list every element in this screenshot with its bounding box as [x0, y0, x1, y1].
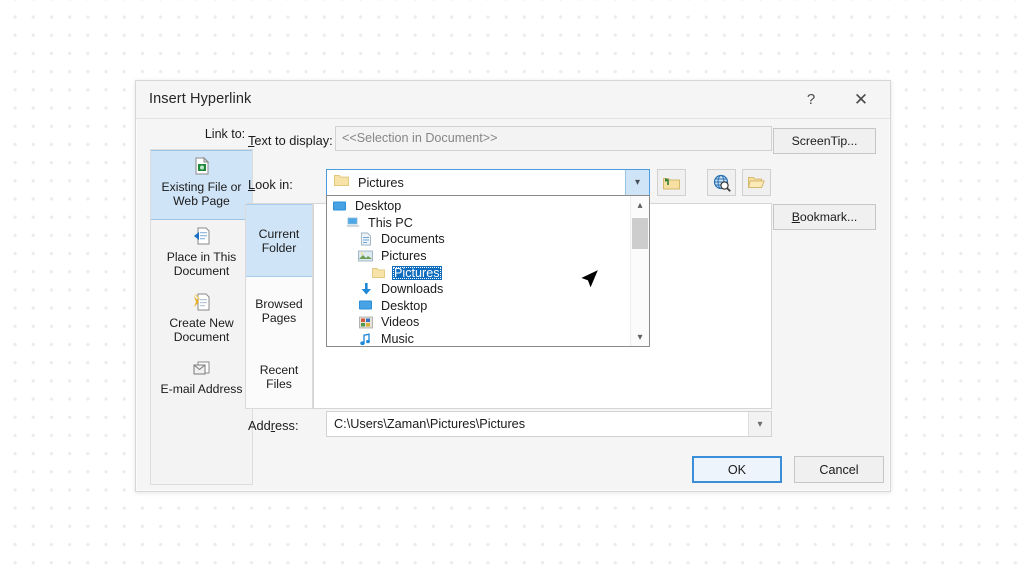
dialog-title: Insert Hyperlink [149, 91, 252, 107]
cancel-button[interactable]: Cancel [794, 456, 884, 483]
tree-item-label: Pictures [392, 265, 442, 280]
tree-item-label: Documents [381, 232, 445, 247]
sidebar-item-place-in-this-document[interactable]: Place in This Document [151, 221, 252, 287]
tab-browsed-pages[interactable]: Browsed Pages [246, 278, 312, 344]
ok-button[interactable]: OK [692, 456, 782, 483]
chevron-down-icon[interactable]: ▾ [748, 412, 771, 436]
view-tabs-panel: Current Folder Browsed Pages Recent File… [245, 203, 313, 409]
desktop-icon [331, 200, 348, 213]
tree-item-desktop-root[interactable]: Desktop [327, 198, 630, 215]
folder-icon [370, 267, 387, 279]
address-value: C:\Users\Zaman\Pictures\Pictures [334, 417, 526, 431]
tree-item-label: This PC [368, 215, 413, 230]
existing-file-web-page-icon [191, 155, 213, 177]
screentip-button[interactable]: ScreenTip... [773, 128, 876, 154]
desktop-icon [357, 299, 374, 312]
tab-current-folder[interactable]: Current Folder [246, 204, 312, 277]
up-one-folder-icon [663, 177, 680, 189]
create-new-document-icon [191, 291, 213, 313]
documents-icon [357, 232, 374, 246]
tree-item-documents[interactable]: Documents [327, 231, 630, 248]
sidebar-item-label: Existing File or Web Page [161, 180, 242, 208]
browse-for-file-button[interactable] [742, 169, 771, 196]
ok-button-label: OK [727, 462, 747, 477]
sidebar-item-label: E-mail Address [160, 382, 243, 396]
insert-hyperlink-dialog: Insert Hyperlink ? ✕ Link to: Existing F… [135, 80, 891, 492]
tree-item-videos[interactable]: Videos [327, 314, 630, 331]
look-in-combobox[interactable]: Pictures ▾ [326, 169, 650, 196]
tab-recent-files[interactable]: Recent Files [246, 345, 312, 408]
this-pc-icon [344, 216, 361, 229]
scroll-up-button[interactable]: ▴ [631, 196, 649, 214]
tree-item-label: Desktop [381, 298, 428, 313]
up-one-folder-button[interactable] [657, 169, 686, 196]
music-icon [357, 332, 374, 346]
sidebar-item-email-address[interactable]: E-mail Address [151, 353, 252, 403]
scroll-down-button[interactable]: ▾ [631, 328, 649, 346]
scrollbar-thumb[interactable] [632, 218, 648, 249]
link-to-panel: Existing File or Web Page Place in This … [150, 149, 253, 485]
text-to-display-label: Text to display: [248, 133, 333, 148]
tree-scrollbar[interactable]: ▴ ▾ [630, 196, 649, 346]
tree-item-label: Downloads [381, 282, 444, 297]
sidebar-item-label: Create New Document [169, 316, 234, 344]
sidebar-item-label: Place in This Document [166, 250, 237, 278]
place-in-document-icon [191, 225, 213, 247]
text-to-display-input[interactable]: <<Selection in Document>> [335, 126, 772, 151]
tree-item-label: Videos [381, 315, 420, 330]
screentip-button-label: ScreenTip... [791, 134, 858, 148]
address-label: Address: [248, 418, 299, 433]
open-folder-icon [747, 177, 765, 188]
tree-item-pictures-library[interactable]: Pictures [327, 248, 630, 265]
cancel-button-label: Cancel [819, 462, 859, 477]
tree-item-label: Music [381, 332, 414, 347]
globe-search-icon [713, 174, 731, 192]
look-in-label: Look in: [248, 177, 293, 192]
tree-item-label: Pictures [381, 249, 427, 264]
email-address-icon [191, 357, 213, 379]
bookmark-button[interactable]: Bookmark... [773, 204, 876, 230]
pictures-icon [357, 250, 374, 262]
help-button[interactable]: ? [788, 81, 834, 118]
address-combobox[interactable]: C:\Users\Zaman\Pictures\Pictures ▾ [326, 411, 772, 437]
tree-item-music[interactable]: Music [327, 331, 630, 347]
downloads-icon [357, 282, 374, 296]
close-icon[interactable]: ✕ [838, 81, 884, 118]
look-in-value: Pictures [358, 175, 404, 190]
sidebar-item-create-new-document[interactable]: Create New Document [151, 287, 252, 353]
dialog-titlebar: Insert Hyperlink ? ✕ [136, 81, 890, 119]
tree-item-label: Desktop [355, 199, 402, 214]
tree-item-this-pc[interactable]: This PC [327, 215, 630, 232]
tab-label: Browsed Pages [255, 297, 303, 325]
browse-the-web-button[interactable] [707, 169, 736, 196]
tab-label: Current Folder [258, 226, 300, 255]
bookmark-button-label: Bookmark... [791, 210, 858, 224]
sidebar-item-existing-file-or-web-page[interactable]: Existing File or Web Page [151, 150, 252, 220]
videos-icon [357, 316, 374, 329]
folder-icon [334, 174, 349, 192]
tab-label: Recent Files [259, 362, 299, 391]
chevron-down-icon[interactable]: ▾ [625, 170, 649, 195]
mouse-cursor [577, 266, 603, 301]
